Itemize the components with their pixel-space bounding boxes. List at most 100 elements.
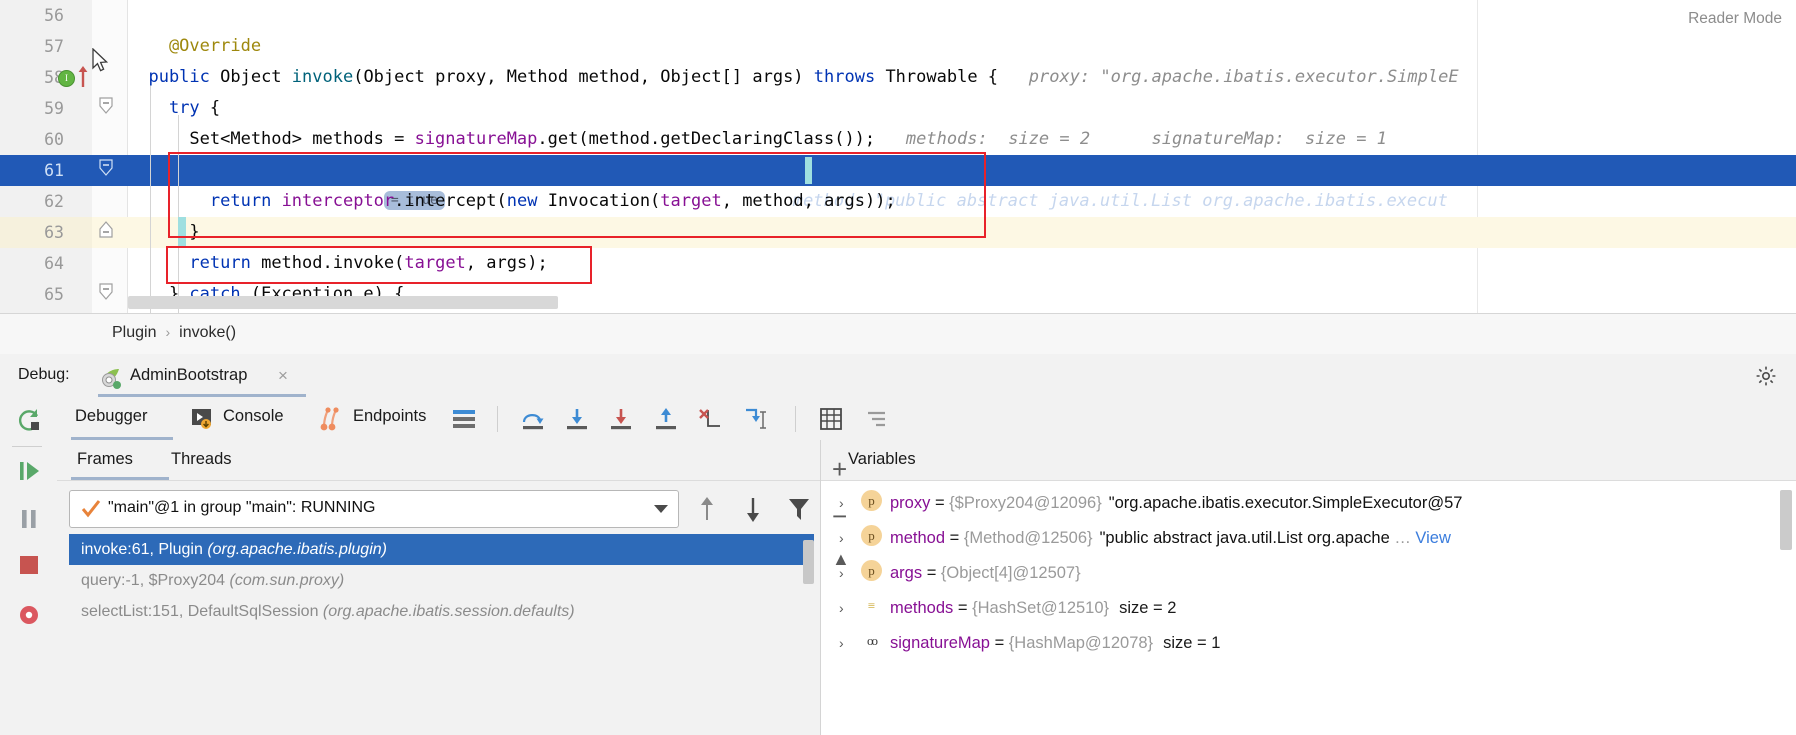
list-item[interactable]: ›pmethod = {Method@12506}"public abstrac…: [821, 521, 1796, 556]
code-line-62[interactable]: return interceptor.intercept(new Invocat…: [128, 186, 896, 217]
step-into-icon[interactable]: [563, 406, 591, 436]
code-editor[interactable]: Reader Mode 56 57 58 59 60 61 62 63 64 6…: [0, 0, 1796, 313]
endpoints-icon[interactable]: [319, 405, 347, 437]
tab-debugger[interactable]: Debugger: [75, 407, 147, 426]
chevron-down-icon[interactable]: [654, 505, 668, 513]
variable-name: signatureMap: [890, 634, 990, 652]
frame-package: (com.sun.proxy): [230, 572, 345, 589]
param-badge-icon: p: [861, 560, 882, 581]
code-line-57[interactable]: @Override: [128, 31, 261, 62]
debugger-tabs-toolbar[interactable]: Debugger Console: [57, 398, 1796, 441]
field-badge-icon: oo: [861, 630, 882, 651]
frame-method: selectList:151, DefaultSqlSession: [81, 603, 318, 620]
tab-frames[interactable]: Frames: [77, 450, 133, 469]
table-row[interactable]: query:-1, $Proxy204 (com.sun.proxy): [69, 565, 814, 596]
evaluate-icon[interactable]: [817, 406, 845, 436]
frame-package: (org.apache.ibatis.session.defaults): [323, 603, 575, 620]
chevron-right-icon[interactable]: ›: [839, 591, 861, 626]
console-icon[interactable]: [189, 406, 215, 436]
variable-name: args: [890, 564, 922, 582]
editor-horizontal-scrollbar[interactable]: [128, 296, 558, 309]
variables-panel: Variables ›pproxy = {$Proxy204@12096}"or…: [821, 440, 1796, 735]
frames-scrollbar[interactable]: [803, 540, 814, 584]
up-arrow-icon[interactable]: [693, 494, 721, 528]
force-step-into-icon[interactable]: [607, 406, 635, 436]
step-over-icon[interactable]: [519, 406, 547, 436]
filter-icon[interactable]: [785, 494, 813, 528]
check-icon: [80, 498, 102, 524]
remove-watch-button[interactable]: −: [832, 503, 847, 529]
spring-boot-icon: [98, 365, 124, 395]
list-item[interactable]: ›pargs = {Object[4]@12507}: [821, 556, 1796, 591]
stop-icon[interactable]: [12, 548, 46, 582]
run-to-cursor-icon[interactable]: [741, 406, 769, 436]
variables-scrollbar[interactable]: [1780, 490, 1792, 550]
variable-eq: =: [945, 529, 964, 547]
line-number: 56: [0, 0, 64, 31]
breadcrumb[interactable]: Plugin › invoke(): [0, 313, 1796, 355]
variable-ref: {HashMap@12078}: [1009, 634, 1153, 652]
session-tab-label: AdminBootstrap: [130, 366, 247, 385]
tab-frames-underline: [71, 477, 169, 480]
variable-ref: {Method@12506}: [964, 529, 1093, 547]
variable-value: "public abstract java.util.List org.apac…: [1100, 529, 1390, 547]
debug-tool-window: Debugger Console: [0, 398, 1796, 735]
variable-value: "org.apache.ibatis.executor.SimpleExecut…: [1109, 494, 1463, 512]
variable-name: method: [890, 529, 945, 547]
collapse-icon[interactable]: ▲: [832, 550, 850, 568]
code-line-64[interactable]: return method.invoke(target, args);: [128, 248, 548, 279]
frames-list[interactable]: invoke:61, Plugin (org.apache.ibatis.plu…: [69, 534, 814, 734]
variable-ref: {Object[4]@12507}: [941, 564, 1081, 582]
run-controls-toolbar[interactable]: [0, 398, 58, 735]
add-watch-button[interactable]: +: [832, 456, 847, 482]
thread-selector-value: "main"@1 in group "main": RUNNING: [108, 499, 375, 517]
chevron-right-icon[interactable]: ›: [839, 626, 861, 661]
breadcrumb-separator-icon: ›: [165, 324, 170, 340]
down-arrow-icon[interactable]: [739, 494, 767, 528]
tab-endpoints[interactable]: Endpoints: [353, 407, 426, 426]
view-link[interactable]: View: [1415, 529, 1450, 547]
list-item[interactable]: ›≡methods = {HashSet@12510}size = 2: [821, 591, 1796, 626]
session-tab-underline: [98, 394, 306, 397]
variables-list[interactable]: ›pproxy = {$Proxy204@12096}"org.apache.i…: [821, 486, 1796, 735]
variable-ellipsis: …: [1390, 529, 1416, 547]
list-item[interactable]: ›oosignatureMap = {HashMap@12078}size = …: [821, 626, 1796, 661]
variable-size: size = 2: [1119, 599, 1176, 617]
frames-panel: Frames Threads "main"@1 in group "main":…: [57, 440, 820, 735]
table-row[interactable]: invoke:61, Plugin (org.apache.ibatis.plu…: [69, 534, 814, 565]
pause-icon[interactable]: [12, 502, 46, 536]
sort-icon[interactable]: [863, 406, 891, 436]
variables-header: Variables: [821, 440, 1796, 481]
code-line-58[interactable]: public Object invoke(Object proxy, Metho…: [128, 62, 1459, 93]
close-icon[interactable]: ×: [278, 366, 288, 386]
variable-eq: =: [990, 634, 1009, 652]
frame-method: invoke:61, Plugin: [81, 541, 203, 558]
debug-session-bar: Debug: AdminBootstrap ×: [0, 354, 1796, 399]
variable-eq: =: [922, 564, 941, 582]
breadcrumb-method[interactable]: invoke(): [179, 324, 236, 341]
drop-frame-icon[interactable]: [696, 406, 724, 436]
code-line-59[interactable]: try {: [128, 93, 220, 124]
list-item[interactable]: ›pproxy = {$Proxy204@12096}"org.apache.i…: [821, 486, 1796, 521]
code-line-63[interactable]: }: [128, 217, 200, 248]
frames-tabbar[interactable]: Frames Threads: [57, 440, 820, 481]
tab-threads[interactable]: Threads: [171, 450, 232, 469]
breadcrumb-class[interactable]: Plugin: [112, 324, 156, 341]
resume-icon[interactable]: [12, 454, 46, 488]
table-row[interactable]: selectList:151, DefaultSqlSession (org.a…: [69, 596, 814, 627]
variable-eq: =: [953, 599, 972, 617]
variable-name: proxy: [890, 494, 930, 512]
variable-ref: {$Proxy204@12096}: [949, 494, 1102, 512]
view-breakpoints-icon[interactable]: [12, 598, 46, 632]
variables-title: Variables: [848, 450, 916, 469]
tab-console[interactable]: Console: [223, 407, 284, 426]
step-out-icon[interactable]: [652, 406, 680, 436]
debug-label: Debug:: [18, 366, 70, 384]
intellij-debugger-window: Reader Mode 56 57 58 59 60 61 62 63 64 6…: [0, 0, 1796, 735]
frame-package: (org.apache.ibatis.plugin): [207, 541, 387, 558]
rerun-icon[interactable]: [12, 404, 46, 438]
layout-icon[interactable]: [451, 408, 479, 434]
thread-selector[interactable]: "main"@1 in group "main": RUNNING: [69, 490, 679, 528]
code-line-60[interactable]: Set<Method> methods = signatureMap.get(m…: [128, 124, 1387, 155]
gear-icon[interactable]: [1754, 364, 1778, 392]
